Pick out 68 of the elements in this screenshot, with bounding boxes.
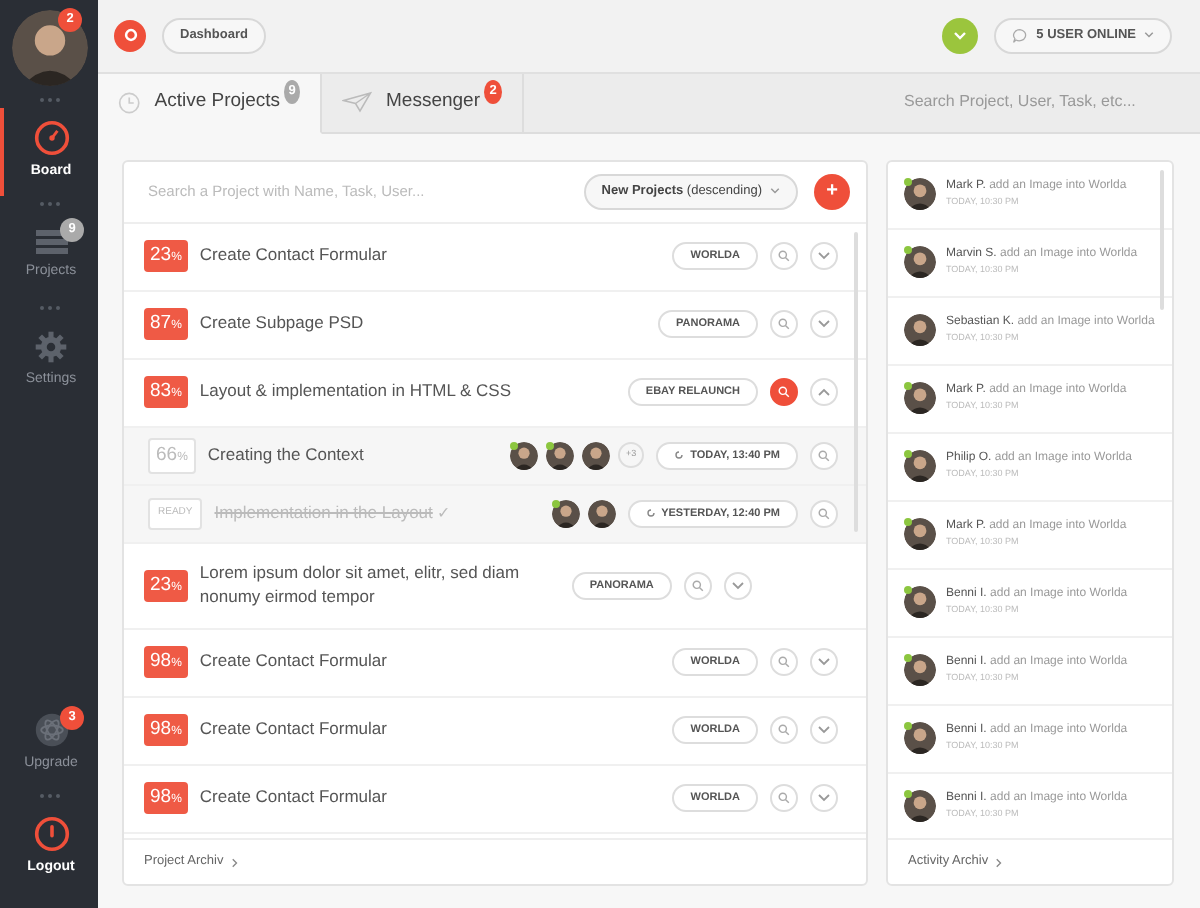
search-field[interactable]: Search Project, User, Task, etc... bbox=[900, 88, 1180, 117]
paper-plane-icon bbox=[342, 88, 372, 117]
search-button[interactable] bbox=[770, 378, 798, 407]
project-title: Create Contact Formular bbox=[199, 244, 389, 269]
search-icon bbox=[818, 449, 830, 462]
check-mark: ✓ bbox=[436, 501, 453, 526]
expand-button[interactable] bbox=[810, 716, 838, 745]
stack-icon bbox=[35, 228, 67, 257]
avatar bbox=[510, 441, 539, 470]
chevron-down-icon bbox=[818, 794, 830, 803]
expand-button[interactable] bbox=[810, 310, 838, 339]
chevron-down-icon bbox=[818, 658, 830, 667]
search-icon bbox=[778, 724, 790, 737]
search-icon bbox=[778, 318, 790, 331]
project-title: Create Contact Formular bbox=[199, 718, 389, 743]
expand-button[interactable] bbox=[810, 242, 838, 271]
avatar bbox=[904, 246, 936, 279]
project-title: Layout & implementation in HTML & CSS bbox=[199, 380, 514, 405]
ring-icon bbox=[123, 28, 137, 43]
gauge-icon bbox=[33, 120, 69, 157]
search-icon bbox=[818, 507, 830, 520]
search-icon bbox=[778, 656, 790, 669]
caret-icon bbox=[954, 31, 967, 40]
avatar bbox=[11, 10, 87, 86]
avatar bbox=[904, 518, 936, 551]
project-title: Create Subpage PSD bbox=[199, 312, 366, 337]
task-title: Creating the Context bbox=[207, 443, 366, 468]
chat-icon bbox=[1012, 27, 1029, 44]
expand-button[interactable] bbox=[810, 648, 838, 677]
project-title: Create Contact Formular bbox=[199, 786, 389, 811]
chevron-right-icon bbox=[996, 857, 1003, 868]
avatar bbox=[904, 790, 936, 823]
chevron-down-icon bbox=[731, 581, 744, 590]
search-icon bbox=[778, 386, 790, 399]
expand-button[interactable] bbox=[723, 571, 752, 600]
search-icon bbox=[691, 579, 704, 592]
search-icon bbox=[778, 250, 790, 263]
avatar bbox=[904, 722, 936, 755]
avatar bbox=[904, 178, 936, 211]
caret-icon bbox=[770, 188, 780, 195]
atom-icon bbox=[33, 712, 69, 749]
chevron-right-icon bbox=[231, 857, 238, 868]
task-title: Implementation in the Layout bbox=[214, 501, 433, 526]
chevron-down-icon bbox=[818, 726, 830, 735]
gear-icon bbox=[34, 329, 68, 364]
home-button[interactable] bbox=[114, 19, 146, 52]
avatar bbox=[904, 586, 936, 619]
avatar bbox=[904, 654, 936, 687]
avatar bbox=[546, 441, 575, 470]
scrollbar[interactable] bbox=[854, 231, 858, 532]
chevron-down-icon bbox=[818, 252, 830, 261]
caret-icon bbox=[1144, 32, 1154, 39]
refresh-icon bbox=[645, 508, 656, 519]
project-title: Lorem ipsum dolor sit amet, elitr, sed diam nonumy eirmod tempor bbox=[199, 561, 522, 610]
add-button[interactable]: + bbox=[814, 173, 850, 210]
dropdown-button[interactable] bbox=[942, 17, 979, 54]
chevron-down-icon bbox=[818, 320, 830, 329]
chevron-up-icon bbox=[818, 388, 830, 397]
refresh-icon bbox=[674, 450, 685, 461]
search-icon bbox=[778, 792, 790, 805]
scrollbar[interactable] bbox=[1160, 169, 1164, 310]
expand-button[interactable] bbox=[810, 784, 838, 813]
expand-button[interactable] bbox=[810, 378, 838, 407]
project-title: Create Contact Formular bbox=[199, 650, 389, 675]
avatar bbox=[904, 382, 936, 415]
avatar bbox=[904, 450, 936, 483]
power-icon bbox=[33, 816, 69, 853]
avatar bbox=[551, 499, 580, 528]
